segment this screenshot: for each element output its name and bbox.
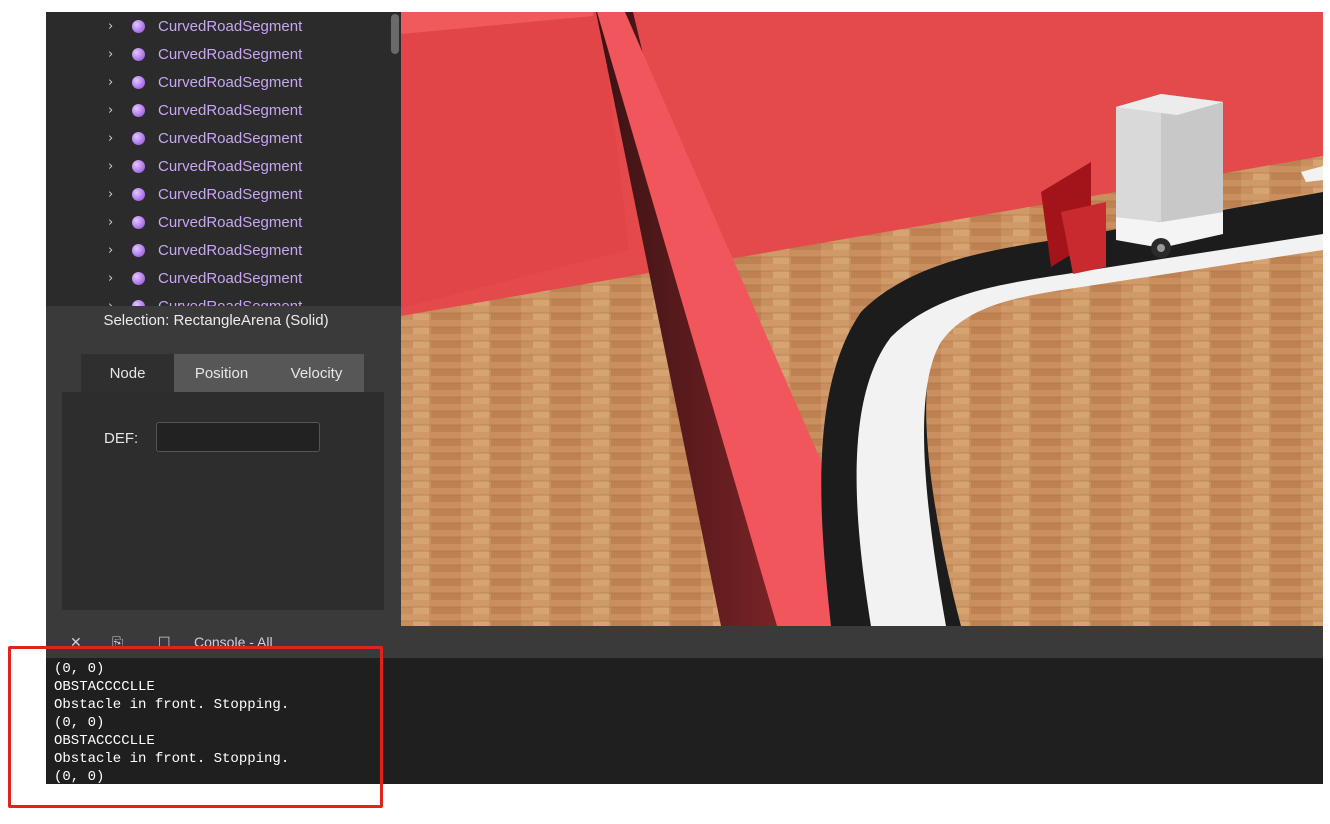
console-line: Obstacle in front. Stopping. bbox=[54, 697, 290, 713]
chevron-right-icon[interactable]: › bbox=[108, 103, 113, 118]
purple-sphere-icon bbox=[132, 19, 145, 33]
selection-panel: Selection: RectangleArena (Solid) Node P… bbox=[46, 306, 401, 626]
tab-position[interactable]: Position bbox=[174, 354, 269, 392]
purple-sphere-icon bbox=[132, 159, 145, 173]
tree-scrollbar[interactable] bbox=[391, 14, 399, 54]
console-toolbar: ✕ ⎘ ☐ Console - All bbox=[46, 626, 1323, 658]
tree-item[interactable]: › CurvedRoadSegment bbox=[46, 12, 386, 40]
console-output[interactable]: (0, 0) OBSTACCCCLLE Obstacle in front. Sto… bbox=[46, 658, 1323, 785]
console-line: (0, 0) bbox=[54, 715, 105, 731]
purple-sphere-icon bbox=[132, 75, 145, 89]
clear-icon[interactable]: ⎘ bbox=[112, 634, 123, 651]
chevron-right-icon[interactable]: › bbox=[108, 215, 113, 230]
scene-tree[interactable]: › CurvedRoadSegment › CurvedRoadSegment › Cur… bbox=[46, 12, 401, 306]
purple-sphere-icon bbox=[132, 271, 145, 285]
tree-item[interactable]: › CurvedRoadSegment bbox=[46, 264, 386, 292]
chevron-right-icon[interactable]: › bbox=[108, 75, 113, 90]
tree-item-label: CurvedRoadSegment bbox=[158, 185, 303, 203]
3d-scene bbox=[401, 12, 1323, 626]
chevron-right-icon[interactable]: › bbox=[108, 187, 113, 202]
chevron-right-icon[interactable]: › bbox=[108, 243, 113, 258]
purple-sphere-icon bbox=[132, 243, 145, 257]
chevron-right-icon[interactable]: › bbox=[108, 271, 113, 286]
purple-sphere-icon bbox=[132, 215, 145, 229]
chevron-right-icon[interactable]: › bbox=[108, 131, 113, 146]
console-line: Obstacle in front. Stopping. bbox=[54, 751, 290, 767]
purple-sphere-icon bbox=[132, 131, 145, 145]
chevron-right-icon[interactable]: › bbox=[108, 299, 113, 307]
tree-item[interactable]: › CurvedRoadSegment bbox=[46, 236, 386, 264]
tree-item[interactable]: › CurvedRoadSegment bbox=[46, 124, 386, 152]
tree-item-label: CurvedRoadSegment bbox=[158, 213, 303, 231]
tab-velocity[interactable]: Velocity bbox=[269, 354, 364, 392]
window-icon[interactable]: ☐ bbox=[158, 634, 171, 651]
tree-item-label: CurvedRoadSegment bbox=[158, 17, 303, 35]
node-tab-body: DEF: bbox=[62, 392, 384, 610]
tree-item[interactable]: › CurvedRoadSegment bbox=[46, 152, 386, 180]
3d-view[interactable] bbox=[401, 12, 1323, 626]
tab-node[interactable]: Node bbox=[81, 354, 174, 392]
console-line: OBSTACCCCLLE bbox=[54, 679, 155, 695]
tree-item-label: CurvedRoadSegment bbox=[158, 241, 303, 259]
console-line: OBSTACCCCLLE bbox=[54, 733, 155, 749]
tree-item[interactable]: › CurvedRoadSegment bbox=[46, 68, 386, 96]
purple-sphere-icon bbox=[132, 103, 145, 117]
purple-sphere-icon bbox=[132, 187, 145, 201]
tree-item-label: CurvedRoadSegment bbox=[158, 129, 303, 147]
purple-sphere-icon bbox=[132, 47, 145, 61]
chevron-right-icon[interactable]: › bbox=[108, 19, 113, 34]
def-field[interactable] bbox=[156, 422, 320, 452]
tree-item-label: CurvedRoadSegment bbox=[158, 73, 303, 91]
tree-item-label: CurvedRoadSegment bbox=[158, 269, 303, 287]
tree-item-label: CurvedRoadSegment bbox=[158, 101, 303, 119]
close-icon[interactable]: ✕ bbox=[70, 634, 82, 651]
field-tabs: Node Position Velocity bbox=[81, 354, 364, 392]
tree-item-label: CurvedRoadSegment bbox=[158, 297, 303, 307]
tree-item[interactable]: › CurvedRoadSegment bbox=[46, 40, 386, 68]
tree-item-label: CurvedRoadSegment bbox=[158, 45, 303, 63]
chevron-right-icon[interactable]: › bbox=[108, 47, 113, 62]
tree-item[interactable]: › CurvedRoadSegment bbox=[46, 96, 386, 124]
def-label: DEF: bbox=[104, 430, 139, 447]
console-line: (0, 0) bbox=[54, 769, 105, 785]
console-title: Console - All bbox=[194, 634, 273, 650]
console-line: (0, 0) bbox=[54, 661, 105, 677]
chevron-right-icon[interactable]: › bbox=[108, 159, 113, 174]
tree-item-label: CurvedRoadSegment bbox=[158, 157, 303, 175]
tree-item[interactable]: › CurvedRoadSegment bbox=[46, 180, 386, 208]
selection-title: Selection: RectangleArena (Solid) bbox=[103, 312, 329, 329]
tree-item[interactable]: › CurvedRoadSegment bbox=[46, 292, 386, 306]
tree-item[interactable]: › CurvedRoadSegment bbox=[46, 208, 386, 236]
